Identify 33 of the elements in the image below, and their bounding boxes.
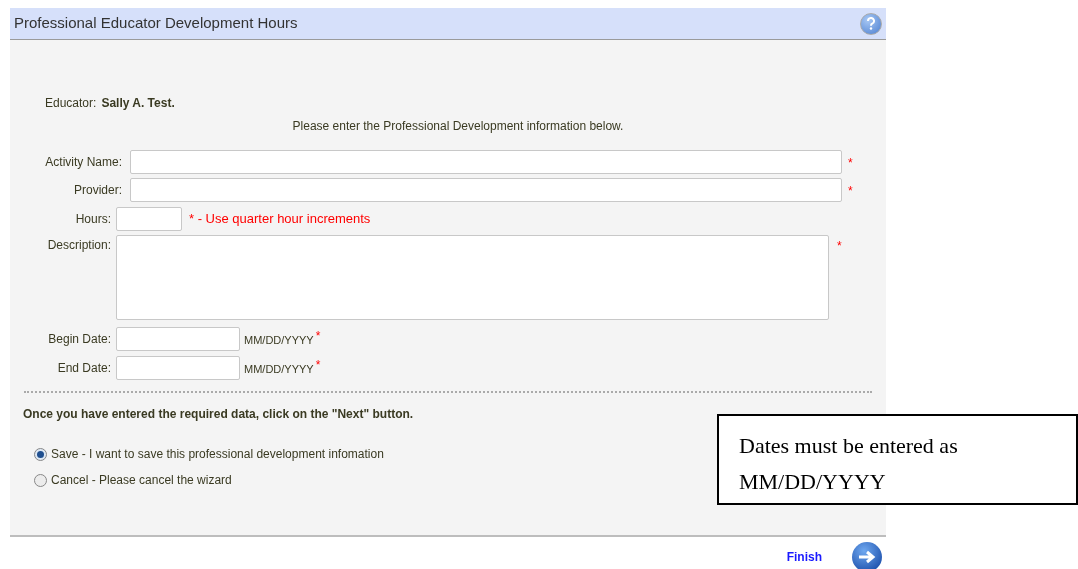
required-mark: *	[848, 155, 853, 170]
description-input[interactable]	[116, 235, 829, 320]
page-title: Professional Educator Development Hours	[14, 13, 298, 34]
field-label: End Date:	[56, 359, 112, 377]
text-input[interactable]	[130, 177, 842, 202]
callout-text: Dates must be entered as	[739, 432, 958, 460]
radio-option[interactable]: Cancel - Please cancel the wizard	[34, 471, 232, 489]
radio-option[interactable]: Save - I want to save this professional development infomation	[34, 445, 384, 463]
date-format-hint: MM/DD/YYYY	[244, 362, 314, 378]
hours-note: * - Use quarter hour increments	[189, 209, 371, 228]
date-input[interactable]	[116, 355, 240, 380]
next-instruction: Once you have entered the required data, click on the "Next" button.	[23, 407, 414, 421]
instructions-text: Please enter the Professional Development information below.	[292, 118, 624, 135]
field-label: Description:	[46, 237, 112, 254]
radio-icon[interactable]	[34, 473, 47, 487]
field-label: Begin Date:	[47, 330, 112, 348]
date-input[interactable]	[116, 326, 240, 351]
required-mark: *	[315, 357, 321, 372]
required-mark: *	[315, 328, 321, 343]
field-label: Provider:	[72, 181, 123, 199]
help-icon[interactable]	[860, 12, 882, 35]
required-mark: *	[837, 239, 842, 253]
date-format-hint: MM/DD/YYYY	[244, 333, 314, 349]
field-label: Hours:	[74, 210, 112, 228]
callout-text: MM/DD/YYYY	[739, 468, 886, 496]
educator-label: Educator:	[45, 95, 97, 112]
hours-input[interactable]	[116, 206, 182, 231]
text-input[interactable]	[130, 149, 842, 174]
educator-name: Sally A. Test.	[101, 95, 175, 112]
required-mark: *	[848, 183, 853, 198]
finish-link[interactable]: Finish	[786, 548, 822, 566]
field-label: Activity Name:	[44, 153, 123, 171]
radio-icon[interactable]	[34, 447, 47, 461]
